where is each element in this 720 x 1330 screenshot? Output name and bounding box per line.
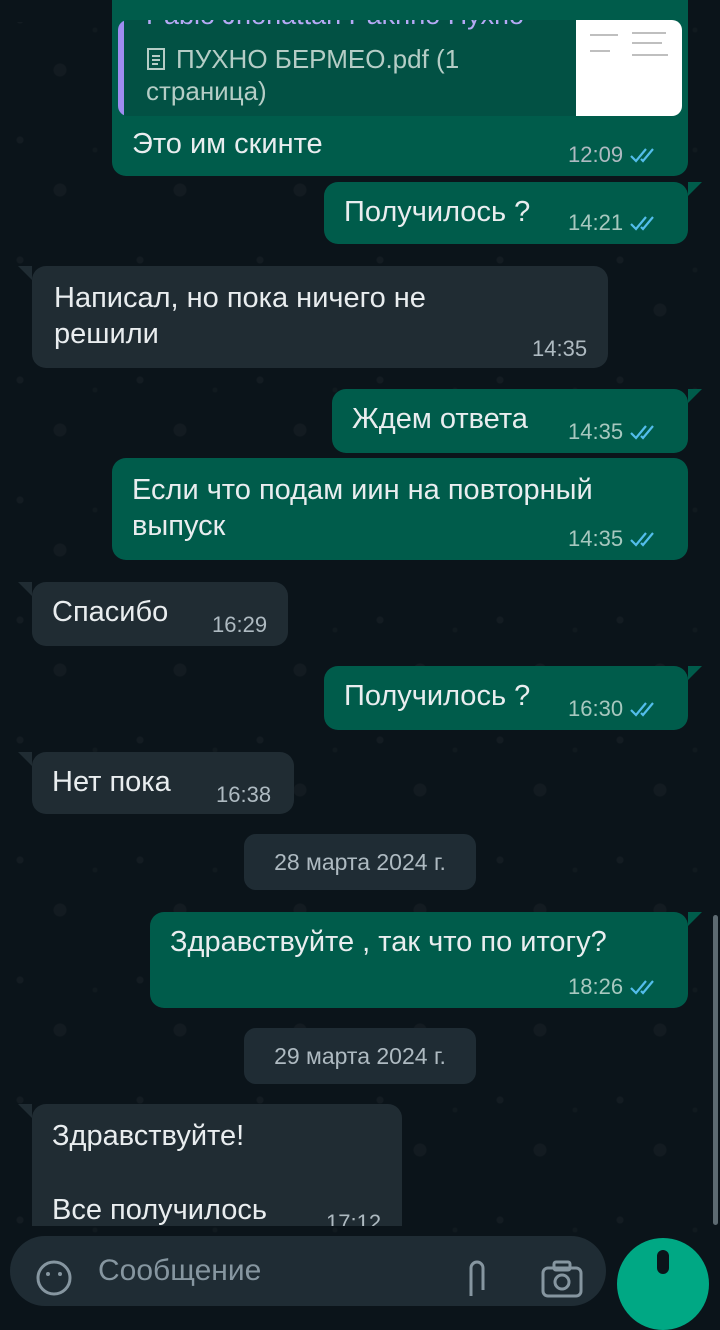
message-time: 14:35 [568,526,624,551]
document-thumbnail [576,20,682,116]
message-text: Нет пока [52,766,171,798]
message-text: Получилось ? [344,680,531,712]
scrollbar[interactable] [713,915,718,1225]
message-bubble-incoming[interactable]: Спасибо 16:29 [18,582,288,646]
message-input[interactable] [96,1250,420,1292]
message-time: 17:12 [326,1210,382,1226]
read-check-icon [630,148,654,163]
message-text: Получилось ? [344,196,531,228]
document-file-name: ПУХНО БЕРМЕО.pdf (1 [176,44,460,74]
message-time: 16:30 [568,696,624,721]
message-bubble-incoming[interactable]: Нет пока 16:38 [18,752,294,814]
message-time: 12:09 [568,142,624,167]
message-text-line: решили [54,318,159,350]
message-bubble-incoming[interactable]: Здравствуйте! Все получилось 17:12 [18,1104,402,1226]
emoji-icon[interactable] [34,1258,74,1298]
message-bubble-outgoing[interactable]: Получилось ? 14:21 [324,182,702,244]
read-check-icon [630,216,654,231]
message-time: 16:38 [216,782,272,807]
message-text: Здравствуйте , так что по итогу? [170,926,607,958]
mic-icon [657,1250,669,1274]
message-bubble-outgoing[interactable]: Ждем ответа 14:35 [332,389,702,453]
message-text-line: Здравствуйте! [52,1120,245,1152]
message-time: 14:21 [568,210,624,235]
date-separator: 29 марта 2024 г. [244,1028,476,1084]
document-icon [147,48,165,70]
message-text-line: Если что подам иин на повторный [132,474,593,506]
message-time: 14:35 [568,419,624,444]
message-bubble-outgoing[interactable]: Если что подам иин на повторный выпуск 1… [112,458,688,560]
document-sender: Pablo Jhonattan Pakhno Пухно [146,20,524,31]
mic-button[interactable] [617,1238,709,1330]
message-bubble-incoming[interactable]: Написал, но пока ничего не решили 14:35 [18,266,608,368]
message-text-line: Все получилось [52,1194,267,1226]
message-time: 16:29 [212,612,268,637]
read-check-icon [630,702,654,717]
message-text: Ждем ответа [352,403,528,435]
message-bubble-outgoing[interactable]: Получилось ? 16:30 [324,666,702,730]
message-time: 14:35 [532,336,588,361]
message-text: Спасибо [52,596,169,628]
message-text-line: Написал, но пока ничего не [54,282,426,314]
document-preview[interactable]: Pablo Jhonattan Pakhno Пухно ПУХНО БЕРМЕ… [118,20,682,116]
read-check-icon [630,532,654,547]
message-text: Это им скинте [132,128,323,160]
quote-bar [118,20,124,116]
message-composer[interactable] [10,1236,606,1306]
document-file-info: страница) [146,76,267,106]
date-separator: 28 марта 2024 г. [244,834,476,890]
attach-icon[interactable] [462,1258,492,1298]
message-time: 18:26 [568,974,624,999]
message-bubble-outgoing[interactable]: Здравствуйте , так что по итогу? 18:26 [150,912,702,1008]
message-text-line: выпуск [132,510,226,542]
read-check-icon [630,980,654,995]
camera-icon[interactable] [540,1258,584,1298]
read-check-icon [630,425,654,440]
